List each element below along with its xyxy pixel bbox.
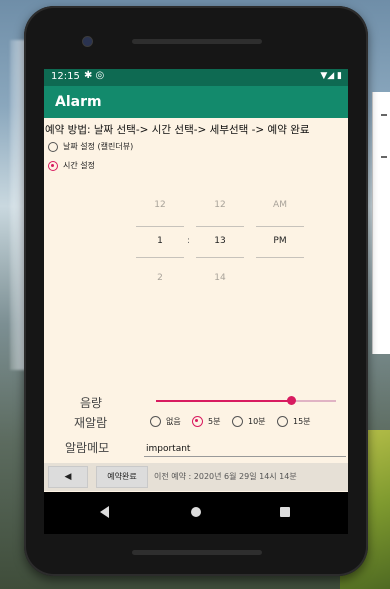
hour-above: 12 [154,200,166,210]
snooze-option-none[interactable]: 없음 [150,416,181,427]
date-mode-label: 날짜 설정 (캘린더뷰) [63,142,134,151]
memo-label: 알람메모 [65,441,110,455]
minute-below: 14 [214,273,226,283]
volume-slider[interactable] [156,396,336,405]
reserve-complete-button[interactable]: 예약완료 [96,466,148,488]
memo-input[interactable] [144,441,346,457]
ampm-picker-selected[interactable]: PM [256,236,304,246]
camera-icon [82,36,93,47]
hour-below: 2 [157,273,163,283]
snooze-option-label: 15분 [293,417,311,426]
snooze-option-label: 10분 [248,417,266,426]
snooze-option-15[interactable]: 15분 [277,416,311,427]
time-mode-option[interactable]: 시간 설정 [48,160,95,171]
minute-picker[interactable]: 12 [196,200,244,210]
hour-picker-below[interactable]: 2 [136,273,184,283]
snooze-option-label: 5분 [208,417,221,426]
volume-label: 음량 [80,396,103,410]
picker-divider [136,226,184,227]
background-window-edge [372,92,390,354]
volume-slider-thumb[interactable] [287,396,296,405]
date-mode-option[interactable]: 날짜 설정 (캘린더뷰) [48,141,133,152]
app-bar: Alarm [44,86,348,118]
hour-picker[interactable]: 12 [136,200,184,210]
app-title: Alarm [55,94,102,110]
picker-divider [136,257,184,258]
time-mode-label: 시간 설정 [63,161,95,170]
time-separator: : [187,236,191,246]
snooze-option-10[interactable]: 10분 [232,416,266,427]
status-battery-wifi-icons: ▼◢ ▮ [320,71,342,81]
ampm-above: AM [273,200,287,210]
app-screen: 12:15 ✱ ◎ ▼◢ ▮ Alarm 예약 방법: 날짜 선택-> 시간 선… [44,69,348,534]
minute-above: 12 [214,200,226,210]
picker-divider [196,257,244,258]
snooze-option-5[interactable]: 5분 [192,416,220,427]
home-circle-icon[interactable] [191,507,201,517]
speaker-grille [132,39,262,44]
phone-frame: 12:15 ✱ ◎ ▼◢ ▮ Alarm 예약 방법: 날짜 선택-> 시간 선… [24,6,368,576]
status-time: 12:15 [51,71,80,82]
window-tick [381,156,387,158]
radio-checked-icon[interactable] [48,160,58,171]
previous-reservation-text: 이전 예약 : 2020년 6월 29일 14시 14분 [154,472,297,481]
volume-slider-fill [156,400,291,402]
ampm-picker[interactable]: AM [256,200,304,210]
hour-selected: 1 [157,236,163,246]
snooze-option-label: 없음 [166,417,181,426]
bottom-action-bar: ◀ 예약완료 이전 예약 : 2020년 6월 29일 14시 14분 [44,463,348,491]
hour-picker-selected[interactable]: 1 [136,236,184,246]
minute-picker-below[interactable]: 14 [196,273,244,283]
back-triangle-icon[interactable] [100,506,109,518]
radio-icon[interactable] [277,416,288,427]
radio-checked-icon[interactable] [192,416,203,427]
status-bar: 12:15 ✱ ◎ ▼◢ ▮ [44,69,348,86]
speaker-grille [132,550,262,555]
minute-picker-selected[interactable]: 13 [196,236,244,246]
minute-selected: 13 [214,236,226,246]
snooze-label: 재알람 [74,416,108,430]
picker-divider [256,226,304,227]
picker-divider [256,257,304,258]
status-notification-icons: ✱ ◎ [84,70,105,81]
system-nav-bar [44,492,348,534]
window-tick [381,114,387,116]
radio-icon[interactable] [150,416,161,427]
radio-icon[interactable] [48,141,58,152]
radio-icon[interactable] [232,416,243,427]
back-button[interactable]: ◀ [48,466,88,488]
ampm-selected: PM [273,236,287,246]
instructions-text: 예약 방법: 날짜 선택-> 시간 선택-> 세부선택 -> 예약 완료 [45,124,310,136]
picker-divider [196,226,244,227]
recent-square-icon[interactable] [280,507,290,517]
